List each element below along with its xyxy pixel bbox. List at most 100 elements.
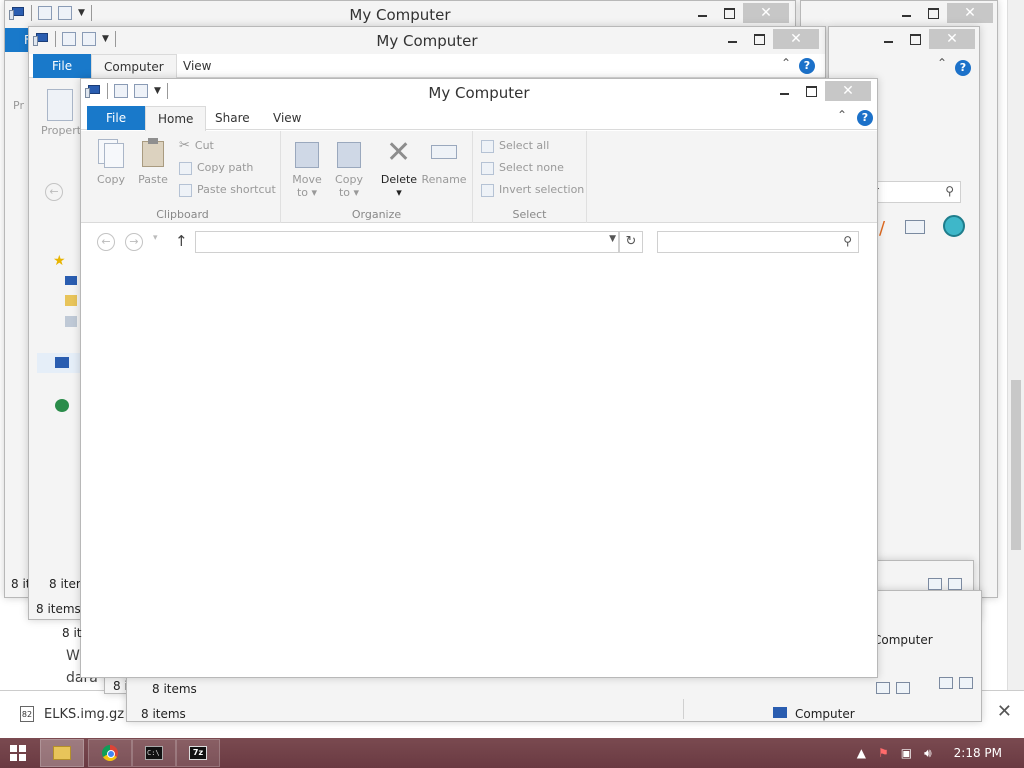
select-none-label: Select none <box>499 161 564 174</box>
title-bar[interactable]: ▼ My Computer ✕ <box>81 79 877 105</box>
window-title: My Computer <box>376 32 478 50</box>
back-icon[interactable]: ← <box>45 183 63 201</box>
select-all-button[interactable]: Select all <box>481 137 549 155</box>
volume-icon[interactable]: 🔊︎ <box>924 746 932 761</box>
invert-selection-label: Invert selection <box>499 183 585 196</box>
rename-label: Rename <box>421 173 467 186</box>
close-button[interactable]: ✕ <box>773 29 819 49</box>
details-view-icon[interactable] <box>928 578 942 590</box>
taskbar-file-explorer[interactable] <box>40 739 84 767</box>
collapse-ribbon-icon[interactable]: ⌃ <box>937 56 947 70</box>
search-icon: ⚲ <box>945 184 954 198</box>
forward-icon[interactable]: → <box>125 233 143 251</box>
7zip-icon: 7z <box>189 746 207 760</box>
maximize-button[interactable] <box>902 29 929 49</box>
status-location: Computer <box>795 707 855 721</box>
taskbar-7zip[interactable]: 7z <box>176 739 220 767</box>
close-download-bar-icon[interactable]: ✕ <box>997 701 1012 722</box>
network-icon[interactable]: ▣ <box>901 746 912 760</box>
maximize-button[interactable] <box>920 3 947 23</box>
status-bar: 8 items <box>146 678 346 700</box>
properties-icon <box>47 89 73 121</box>
address-bar[interactable]: ▼ <box>195 231 619 253</box>
copy-button[interactable]: Copy <box>91 137 131 186</box>
close-button[interactable]: ✕ <box>947 3 993 23</box>
tab-view[interactable]: View <box>261 106 313 130</box>
title-bar[interactable]: ▼ My Computer ✕ <box>29 27 825 53</box>
tab-share[interactable]: Share <box>203 106 262 130</box>
copy-to-button[interactable]: Copy to ▾ <box>329 137 369 199</box>
maximize-button[interactable] <box>716 3 743 23</box>
details-view-icon[interactable] <box>876 682 890 694</box>
details-view-icon[interactable] <box>939 677 953 689</box>
close-button[interactable]: ✕ <box>929 29 975 49</box>
file-list-area[interactable] <box>81 260 877 677</box>
back-icon[interactable]: ← <box>97 233 115 251</box>
paste-button[interactable]: Paste <box>133 137 173 186</box>
maximize-button[interactable] <box>798 81 825 101</box>
minimize-button[interactable] <box>771 81 798 101</box>
window-title: My Computer <box>428 84 530 102</box>
clipboard-group-label: Clipboard <box>156 208 209 221</box>
copy-path-button[interactable]: Copy path <box>179 159 253 177</box>
archive-file-icon: 82 <box>20 706 34 722</box>
help-icon[interactable]: ? <box>857 110 873 126</box>
address-dropdown-icon[interactable]: ▼ <box>609 234 616 244</box>
clock[interactable]: 2:18 PM <box>954 746 1002 760</box>
delete-button[interactable]: ✕ Delete ▾ <box>379 137 419 200</box>
paste-icon <box>138 137 168 169</box>
paint-icon: / <box>879 218 886 239</box>
scrollbar-thumb[interactable] <box>1011 380 1021 550</box>
minimize-button[interactable] <box>689 3 716 23</box>
minimize-button[interactable] <box>719 29 746 49</box>
recent-places-icon <box>65 316 77 327</box>
page-scrollbar[interactable] <box>1007 0 1024 690</box>
tab-home[interactable]: Home <box>145 106 207 131</box>
move-to-button[interactable]: Move to ▾ <box>287 137 327 199</box>
explorer-window-front[interactable]: ▼ My Computer ✕ File Home Share View ⌃ ?… <box>80 78 878 678</box>
close-button[interactable]: ✕ <box>825 81 871 101</box>
status-location: Computer <box>873 633 933 647</box>
search-input[interactable]: ⚲ <box>657 231 859 253</box>
tab-view[interactable]: View <box>171 54 223 78</box>
flag-icon[interactable]: ⚑ <box>878 746 889 760</box>
up-icon[interactable]: ↑ <box>175 232 188 250</box>
large-icons-view-icon[interactable] <box>896 682 910 694</box>
select-none-button[interactable]: Select none <box>481 159 564 177</box>
chrome-icon <box>102 745 118 761</box>
recent-locations-dropdown-icon[interactable]: ▾ <box>153 233 158 243</box>
tab-file[interactable]: File <box>87 106 146 130</box>
download-item[interactable]: 82 ELKS.img.gz <box>20 703 124 725</box>
cut-button[interactable]: ✂ Cut <box>179 137 214 155</box>
minimize-button[interactable] <box>875 29 902 49</box>
collapse-ribbon-icon[interactable]: ⌃ <box>781 56 791 70</box>
rename-button[interactable]: Rename <box>421 137 467 186</box>
refresh-icon[interactable]: ↻ <box>619 231 643 253</box>
large-icons-view-icon[interactable] <box>948 578 962 590</box>
paste-shortcut-label: Paste shortcut <box>197 183 276 196</box>
navigation-bar: ← → ▾ ↑ ▼ ↻ ⚲ <box>81 224 877 260</box>
window-controls: ✕ <box>771 81 871 101</box>
copy-to-label: Copy <box>335 173 363 186</box>
select-group: Select all Select none Invert selection … <box>473 131 587 223</box>
help-icon[interactable]: ? <box>799 58 815 74</box>
paste-shortcut-button[interactable]: Paste shortcut <box>179 181 276 199</box>
tab-computer[interactable]: Computer <box>91 54 177 79</box>
close-button[interactable]: ✕ <box>743 3 789 23</box>
ribbon-tabs: File Home Share View ⌃ ? <box>81 106 877 131</box>
taskbar-chrome[interactable] <box>88 739 132 767</box>
invert-selection-button[interactable]: Invert selection <box>481 181 584 199</box>
large-icons-view-icon[interactable] <box>959 677 973 689</box>
minimize-button[interactable] <box>893 3 920 23</box>
paste-label: Paste <box>138 173 168 186</box>
tab-file[interactable]: File <box>33 54 92 78</box>
start-icon[interactable] <box>10 745 26 761</box>
maximize-button[interactable] <box>746 29 773 49</box>
taskbar-cmd[interactable]: C:\ <box>132 739 176 767</box>
title-bar[interactable]: ▼ My Computer ✕ <box>5 1 795 27</box>
show-hidden-icons-icon[interactable]: ▲ <box>857 746 866 760</box>
collapse-ribbon-icon[interactable]: ⌃ <box>837 108 847 122</box>
download-file-name: ELKS.img.gz <box>44 706 125 722</box>
network-icon <box>55 399 69 412</box>
help-icon[interactable]: ? <box>955 60 971 76</box>
